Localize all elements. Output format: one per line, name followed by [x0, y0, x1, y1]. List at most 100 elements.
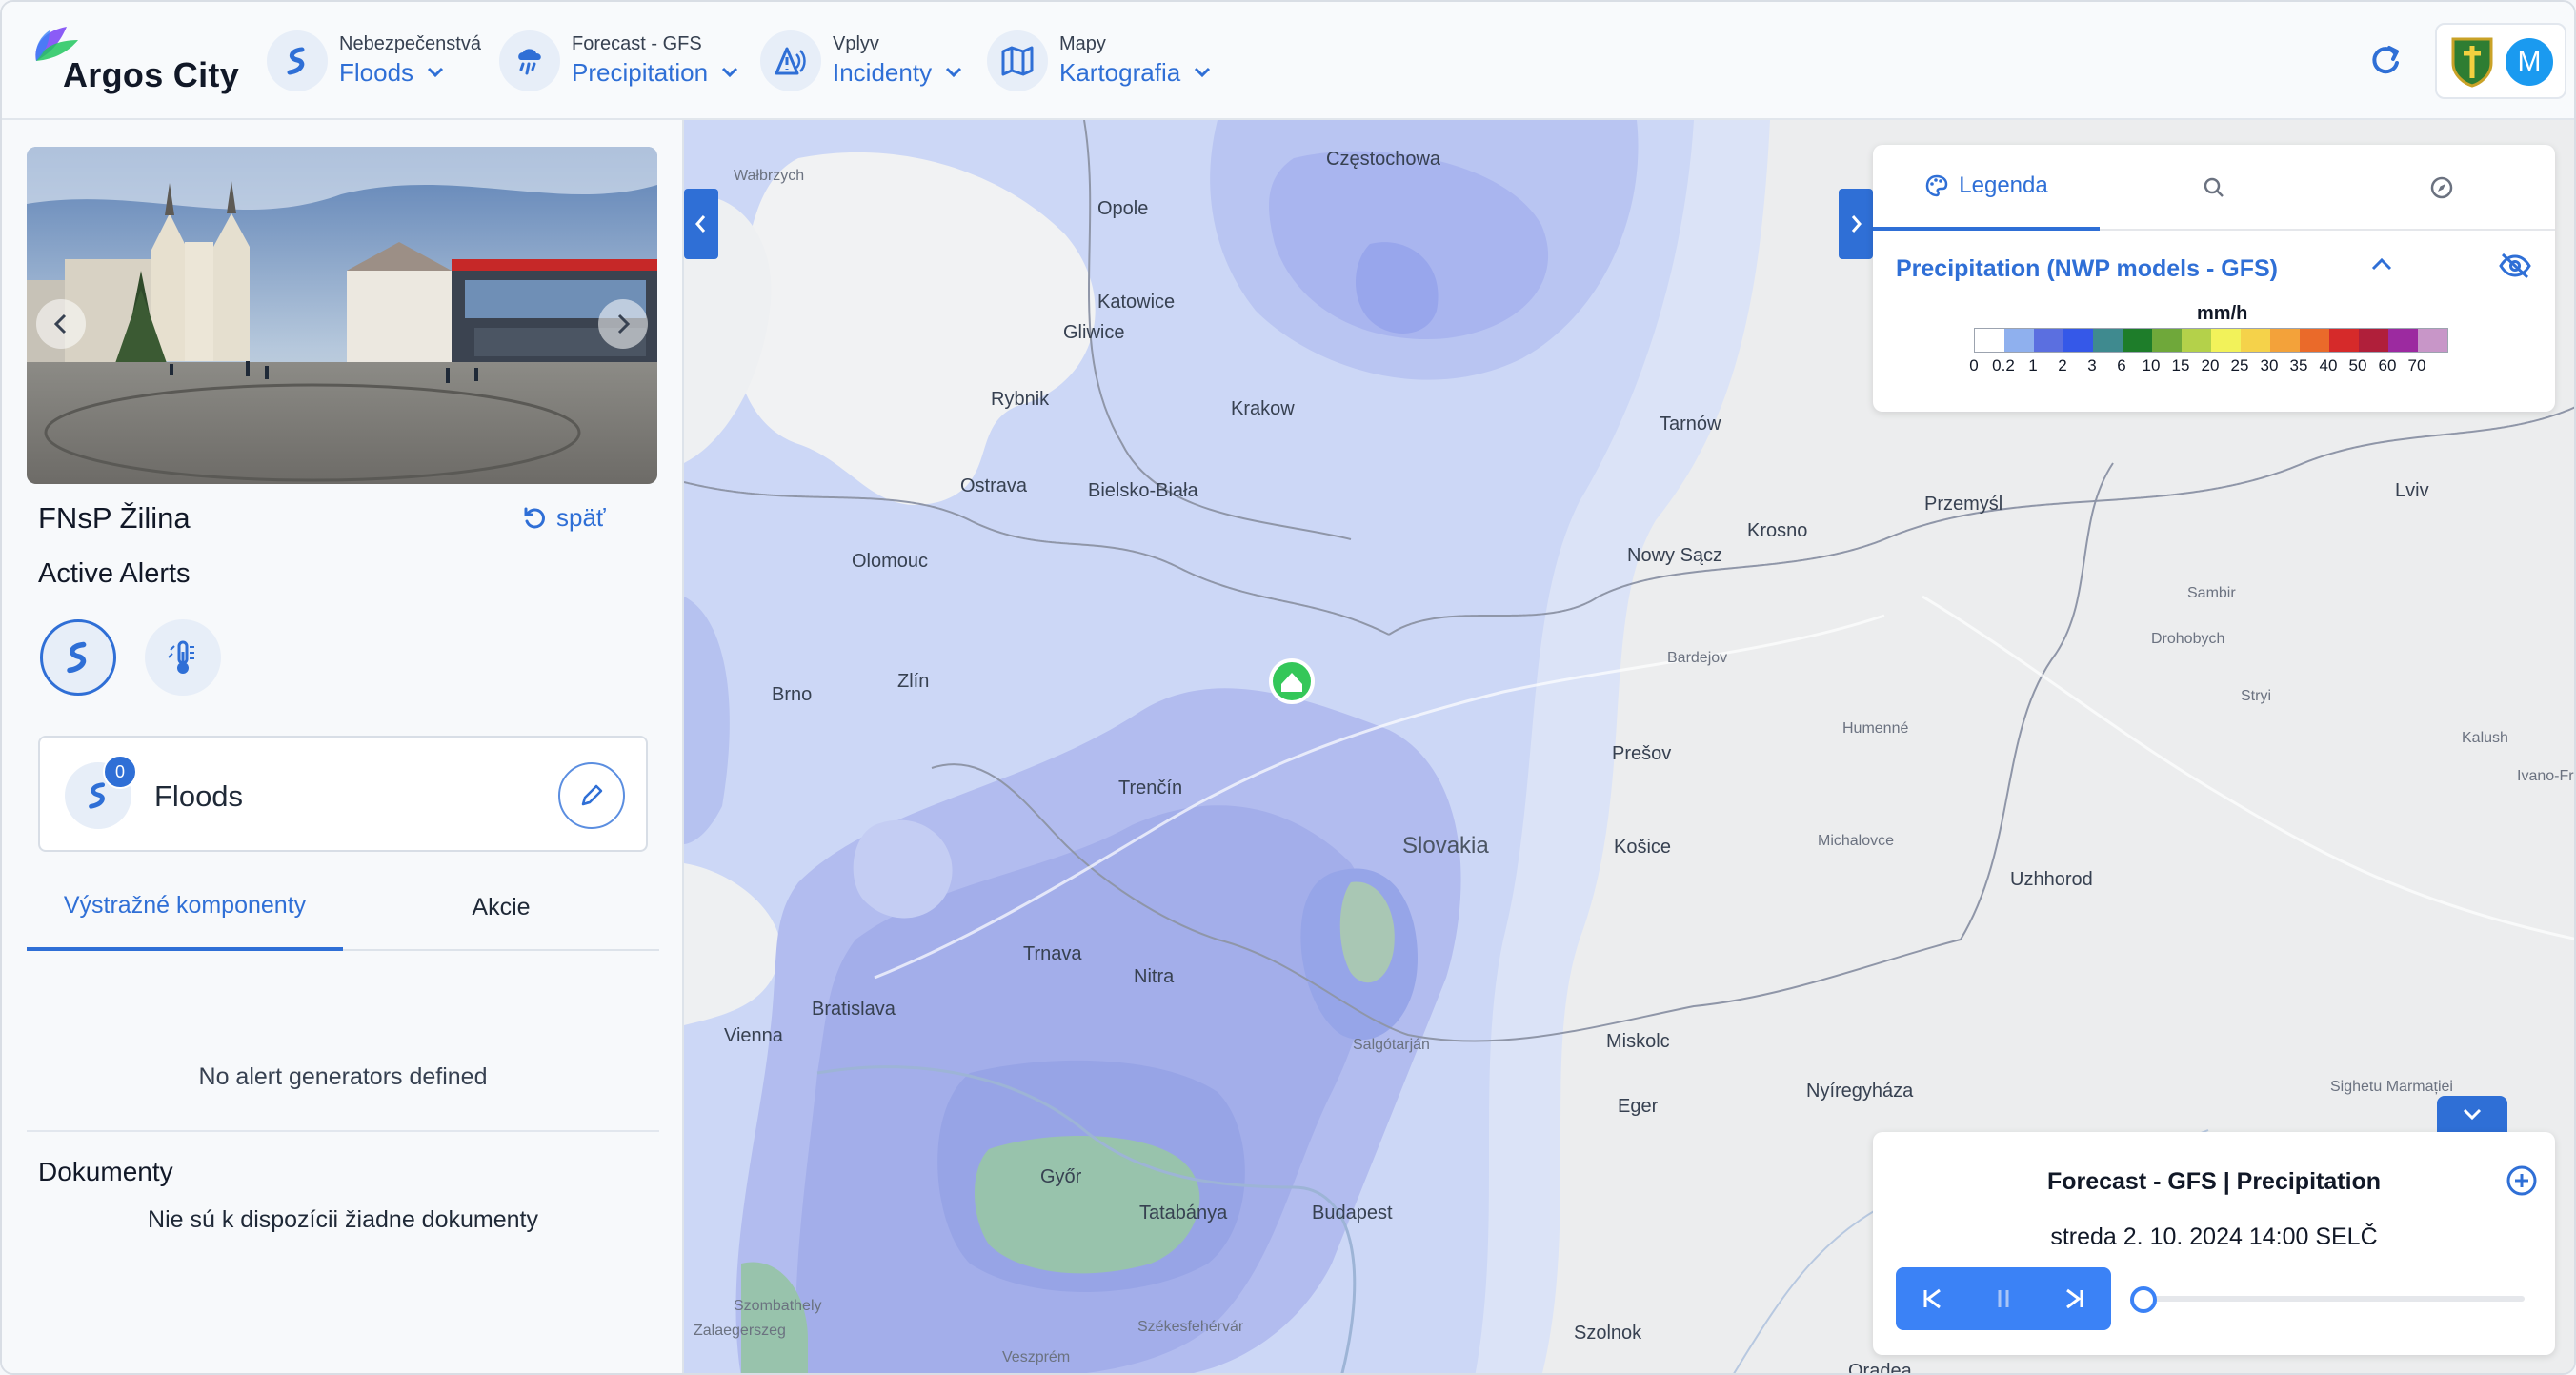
- legend-color-scale: [1974, 328, 2448, 353]
- map-city-label: Trenčín: [1118, 778, 1183, 799]
- nav-hazards[interactable]: Nebezpečenstvá Floods: [267, 27, 481, 95]
- avatar[interactable]: M: [2506, 38, 2553, 86]
- map-canvas[interactable]: Bratislava Vienna Budapest Brno Ostrava Krako…: [684, 120, 2574, 1375]
- forecast-timeline-panel: Forecast - GFS | Precipitation streda 2.…: [1873, 1132, 2555, 1355]
- map-country-label: Slovakia: [1402, 833, 1489, 859]
- map-city-label: Stryi: [2241, 688, 2271, 704]
- alert-temperature-button[interactable]: [145, 619, 221, 696]
- alert-card[interactable]: 0 Floods: [38, 736, 648, 852]
- legend-tick-label: 35: [2289, 356, 2308, 374]
- chevron-right-icon: [1851, 215, 1862, 233]
- legend-layer-title: Precipitation (NWP models - GFS): [1896, 255, 2278, 282]
- legend-color-cell: [2329, 329, 2359, 352]
- map-city-label: Zalaegerszeg: [694, 1323, 786, 1339]
- tab-search[interactable]: [2100, 145, 2328, 231]
- map-city-label: Eger: [1618, 1096, 1659, 1117]
- map-city-label: Tarnów: [1660, 414, 1721, 435]
- flood-icon: [267, 30, 328, 91]
- skip-forward-icon[interactable]: [2063, 1286, 2086, 1311]
- back-link-label: späť: [556, 503, 606, 532]
- map-city-label: Krakow: [1231, 398, 1295, 419]
- app-logo[interactable]: Argos City: [25, 19, 244, 105]
- nav-hazards-caption: Nebezpečenstvá: [339, 33, 481, 54]
- map-city-label: Košice: [1614, 837, 1672, 858]
- map-city-label: Győr: [1040, 1166, 1082, 1187]
- tab-legend[interactable]: Legenda: [1873, 145, 2100, 231]
- tab-actions[interactable]: Akcie: [343, 863, 659, 951]
- pause-icon[interactable]: [1993, 1286, 2014, 1311]
- pencil-icon: [581, 784, 603, 806]
- map-city-label: Nyíregyháza: [1806, 1081, 1914, 1102]
- map-city-label: Veszprém: [1002, 1349, 1071, 1365]
- detail-tabs: Výstražné komponenty Akcie: [27, 863, 659, 951]
- map-city-label: Częstochowa: [1326, 149, 1441, 170]
- carousel-next-button[interactable]: [598, 299, 648, 349]
- map-city-label: Budapest: [1312, 1203, 1393, 1223]
- back-link[interactable]: späť: [522, 503, 606, 533]
- chevron-down-icon: [1195, 67, 1211, 78]
- nav-impact[interactable]: Vplyv Incidenty: [760, 27, 962, 95]
- legend-color-cell: [2300, 329, 2329, 352]
- timeline-track[interactable]: [2136, 1296, 2525, 1302]
- tab-legend-label: Legenda: [1959, 172, 2048, 198]
- refresh-button[interactable]: [2361, 36, 2410, 86]
- skip-back-icon[interactable]: [1921, 1286, 1943, 1311]
- tab-warning-components[interactable]: Výstražné komponenty: [27, 863, 343, 951]
- compass-icon: [2430, 176, 2453, 199]
- chevron-down-icon: [722, 67, 738, 78]
- legend-color-cell: [2418, 329, 2447, 352]
- map-city-label: Szolnok: [1574, 1323, 1642, 1344]
- legend-color-cell: [2359, 329, 2388, 352]
- map-city-label: Brno: [772, 684, 813, 705]
- location-photo: [27, 147, 657, 484]
- timeline-slider-handle[interactable]: [2130, 1286, 2157, 1313]
- legend-tick-label: 0: [1969, 356, 1979, 374]
- map-city-label: Nitra: [1134, 966, 1175, 987]
- collapse-timeline-button[interactable]: [2437, 1096, 2507, 1132]
- alert-flood-button[interactable]: [40, 619, 116, 696]
- add-circle-icon[interactable]: [2506, 1164, 2538, 1197]
- nav-forecast[interactable]: Forecast - GFS Precipitation: [499, 27, 738, 95]
- collapse-sidebar-button[interactable]: [684, 189, 718, 259]
- legend-color-cell: [1975, 329, 2004, 352]
- map-city-label: Nowy Sącz: [1627, 545, 1723, 566]
- map-city-label: Kalush: [2462, 730, 2508, 746]
- carousel-prev-button[interactable]: [36, 299, 86, 349]
- legend-color-cell: [2270, 329, 2300, 352]
- legend-tick-label: 30: [2260, 356, 2279, 374]
- eye-off-icon[interactable]: [2498, 252, 2532, 280]
- chevron-down-icon: [427, 67, 444, 78]
- legend-color-cell: [2093, 329, 2123, 352]
- user-menu[interactable]: M: [2435, 23, 2566, 99]
- map-city-label: Uzhhorod: [2010, 869, 2093, 890]
- legend-color-cell: [2182, 329, 2211, 352]
- chevron-left-icon: [53, 313, 67, 334]
- map-city-label: Wałbrzych: [734, 168, 805, 184]
- chevron-up-icon[interactable]: [2368, 252, 2395, 278]
- legend-tick-label: 70: [2407, 356, 2426, 374]
- nav-impact-value: Incidenty: [833, 58, 933, 87]
- nav-maps[interactable]: Mapy Kartografia: [987, 27, 1211, 95]
- map-city-label: Prešov: [1612, 743, 1672, 764]
- map-city-label: Salgótarján: [1353, 1037, 1430, 1053]
- map-city-label: Humenné: [1842, 720, 1909, 737]
- tab-navigate[interactable]: [2328, 145, 2555, 231]
- map-city-label: Tatabánya: [1139, 1203, 1228, 1223]
- map-city-label: Sighetu Marmației: [2330, 1079, 2453, 1095]
- legend-color-cell: [2241, 329, 2270, 352]
- legend-ticks: 0 0.2 1 2 3 6 10 15 20 25 30 35 40 50 60 70: [1964, 356, 2498, 379]
- incident-icon: [760, 30, 821, 91]
- search-icon: [2204, 177, 2224, 197]
- map-city-label: Oradea: [1848, 1361, 1912, 1375]
- palette-icon: [1926, 174, 1948, 197]
- edit-alert-button[interactable]: [558, 762, 625, 829]
- map-city-label: Bratislava: [812, 999, 896, 1020]
- app-title: Argos City: [63, 55, 240, 94]
- undo-icon: [524, 507, 545, 528]
- map-location-marker[interactable]: [1267, 657, 1317, 706]
- map-city-label: Zlín: [897, 671, 930, 692]
- collapse-legend-button[interactable]: [1839, 189, 1873, 259]
- thermometer-icon: [168, 640, 194, 674]
- nav-impact-caption: Vplyv: [833, 33, 879, 54]
- playback-controls: [1896, 1267, 2111, 1330]
